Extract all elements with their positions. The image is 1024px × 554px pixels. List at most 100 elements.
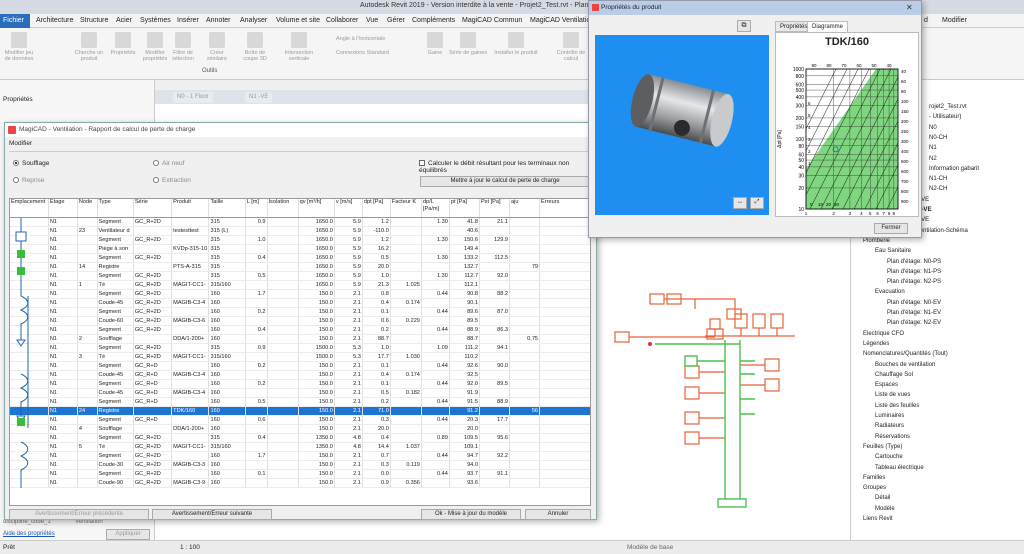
- table-row[interactable]: N1 Segment GC_R+2D 315 1.0 1650.0 5.9 1.2 1.30 15…: [10, 235, 590, 245]
- menu-fichier[interactable]: Fichier: [0, 14, 30, 28]
- next-warning-button[interactable]: Avertissement/Erreur suivante: [152, 509, 272, 520]
- model-selector[interactable]: Modèle de base: [627, 544, 673, 551]
- browser-item[interactable]: Liens Revit: [863, 516, 893, 522]
- table-row[interactable]: N1 Segment GC_R+2D 315 0.9 1650.0 5.9 1.2 1.30 41…: [10, 217, 590, 227]
- column-header[interactable]: L [m]: [245, 199, 268, 218]
- browser-item[interactable]: Détail: [875, 495, 890, 501]
- browser-item[interactable]: Familles: [863, 475, 885, 481]
- browser-item[interactable]: Luminaires: [875, 413, 904, 419]
- menu-systemes[interactable]: Systèmes: [140, 17, 171, 24]
- table-row[interactable]: N1 Piège à son KVDp-315-10 315 1650.0 5.9 16.2…: [10, 244, 590, 254]
- menu-structure[interactable]: Structure: [80, 17, 108, 24]
- tab-view-n0[interactable]: N0 - 1 Floor: [173, 92, 213, 103]
- menu-annoter[interactable]: Annoter: [206, 17, 231, 24]
- menu-inserer[interactable]: Insérer: [177, 17, 199, 24]
- table-row[interactable]: N1 Segment GC_R+2D 315 0.5 1650.0 5.9 1.0 1.30 11…: [10, 271, 590, 281]
- browser-item[interactable]: N1: [929, 145, 937, 151]
- column-header[interactable]: aju: [509, 199, 541, 218]
- table-row[interactable]: N1 Coude-45 GC_R+D MAGIB-C3-4 160 150.0 2.1 0.4…: [10, 370, 590, 380]
- column-header[interactable]: v [m/s]: [334, 199, 363, 218]
- fit-width-icon[interactable]: ↔: [733, 197, 747, 209]
- column-header[interactable]: qv [m³/h]: [298, 199, 335, 218]
- table-row[interactable]: N1 24 Registre TDK/160 160 150.0 2.1 71.0 91.2 56: [10, 406, 590, 416]
- table-row[interactable]: N1 Segment GC_R+2D 315 0.4 1650.0 5.9 0.5 1.30 13…: [10, 253, 590, 263]
- menu-gerer[interactable]: Gérer: [387, 17, 405, 24]
- table-row[interactable]: N1 23 Ventilateur d testesttest 315 (L) 1650.…: [10, 226, 590, 236]
- menu-complements[interactable]: Compléments: [412, 17, 455, 24]
- browser-item[interactable]: N1-CH: [929, 176, 947, 182]
- ribbon-proprietes[interactable]: Propriétés: [106, 32, 140, 56]
- browser-item[interactable]: Nomenclatures/Quantités (Tout): [863, 351, 948, 357]
- ribbon-angle[interactable]: Angle à l'horizontale: [336, 36, 400, 42]
- column-header[interactable]: Série: [133, 199, 173, 218]
- browser-item[interactable]: Eau Sanitaire: [875, 248, 911, 254]
- table-row[interactable]: N1 Segment GC_R+2D 160 0.4 150.0 2.1 0.2 0.44 88.…: [10, 325, 590, 335]
- browser-item[interactable]: Groupes: [863, 485, 886, 491]
- browser-item[interactable]: Plan d'étage: N1-EV: [887, 310, 941, 316]
- table-row[interactable]: N1 Coude-30 GC_R+2D MAGIB-C3-3 160 150.0 2.1 0.…: [10, 460, 590, 470]
- table-row[interactable]: N1 Segment GC_R+2D 315 0.9 1500.0 5.3 1.0 1.09 11…: [10, 343, 590, 353]
- menu-acier[interactable]: Acier: [116, 17, 132, 24]
- browser-item[interactable]: N2: [929, 156, 937, 162]
- ribbon-installer[interactable]: Installer le produit: [492, 32, 540, 56]
- browser-item[interactable]: Réservations: [875, 434, 910, 440]
- column-header[interactable]: Erreurs: [539, 199, 590, 218]
- radio-air-neuf[interactable]: Air neuf: [153, 160, 184, 167]
- expand-icon[interactable]: ⤢: [750, 197, 764, 209]
- menu-vue[interactable]: Vue: [366, 17, 378, 24]
- menu-architecture[interactable]: Architecture: [36, 17, 73, 24]
- table-row[interactable]: N1 Segment GC_R+D 160 0.6 150.0 2.1 0.3 0.44 20.3…: [10, 415, 590, 425]
- column-header[interactable]: Facteur K: [390, 199, 422, 218]
- ribbon-cherche-produit[interactable]: Cherche un produit: [72, 32, 106, 62]
- ribbon-gaine[interactable]: Gaine: [418, 32, 452, 56]
- ok-update-model-button[interactable]: Ok - Mise à jour du modèle: [421, 509, 521, 520]
- browser-item[interactable]: N0: [929, 125, 937, 131]
- ribbon-creer-similaire[interactable]: Créer similaire: [200, 32, 234, 62]
- ribbon-serie-gaines[interactable]: Série de gaines: [448, 32, 488, 56]
- browser-item[interactable]: Feuilles (Type): [863, 444, 902, 450]
- table-row[interactable]: N1 Coude-45 GC_R+2D MAGIB-C3-4 160 150.0 2.1 0.…: [10, 298, 590, 308]
- table-row[interactable]: N1 14 Registre PTS-A-315 315 1650.0 5.9 20.0 132…: [10, 262, 590, 272]
- column-header[interactable]: Isolation: [267, 199, 299, 218]
- product-3d-view[interactable]: ↔ ⤢: [595, 35, 769, 215]
- table-row[interactable]: N1 Coude-45 GC_R+D MAGIB-C3-4 160 150.0 2.1 0.5…: [10, 388, 590, 398]
- ribbon-filtre[interactable]: Filtre de sélection: [166, 32, 200, 62]
- previous-warning-button[interactable]: Avertissement/Erreur précédente: [9, 509, 149, 520]
- table-row[interactable]: N1 Segment GC_R+D 160 0.5 150.0 2.1 0.2 0.44 91.5…: [10, 397, 590, 407]
- browser-item[interactable]: Evacuation: [875, 289, 905, 295]
- browser-item[interactable]: Bouches de ventilation: [875, 362, 935, 368]
- table-row[interactable]: N1 Segment GC_R+2D 315 0.4 1350.0 4.8 0.4 0.89 10…: [10, 433, 590, 443]
- column-header[interactable]: Produit: [171, 199, 210, 218]
- browser-item[interactable]: N0-CH: [929, 135, 947, 141]
- menu-modifier[interactable]: Modifier: [942, 17, 967, 24]
- menu-magicad-ventilation[interactable]: MagiCAD Ventilation: [530, 17, 594, 24]
- ribbon-boite-coupe[interactable]: Boîte de coupe 3D: [238, 32, 272, 62]
- column-header[interactable]: Type: [97, 199, 134, 218]
- ribbon-intersection[interactable]: Intersection verticale: [274, 32, 324, 62]
- browser-item[interactable]: Cartouche: [875, 454, 903, 460]
- tab-diagramme[interactable]: Diagramme: [807, 21, 849, 32]
- fermer-button[interactable]: Fermer: [874, 223, 908, 234]
- table-row[interactable]: N1 Segment GC_R+D 160 0.2 150.0 2.1 0.1 0.44 92.6…: [10, 361, 590, 371]
- column-header[interactable]: pt [Pa]: [449, 199, 480, 218]
- browser-item[interactable]: Liste des feuilles: [875, 403, 919, 409]
- column-header[interactable]: dpt [Pa]: [362, 199, 391, 218]
- browser-item[interactable]: Tableau électrique: [875, 465, 924, 471]
- table-row[interactable]: N1 Coude-60 GC_R+2D MAGIB-C3-6 160 150.0 2.1 0.…: [10, 316, 590, 326]
- close-icon[interactable]: ✕: [906, 3, 913, 12]
- menu-suffix[interactable]: d: [924, 17, 928, 24]
- table-row[interactable]: N1 Segment GC_R+2D 160 1.7 150.0 2.1 0.8 0.44 90.…: [10, 289, 590, 299]
- copy-icon[interactable]: ⧉: [737, 20, 751, 32]
- column-header[interactable]: dp/L [Pa/m]: [421, 199, 450, 218]
- browser-item[interactable]: Plomberie: [863, 238, 890, 244]
- ribbon-modifier-jeu[interactable]: Modifier jeu de données: [2, 32, 36, 62]
- browser-item[interactable]: rojet2_Test.rvt: [929, 104, 967, 110]
- browser-item[interactable]: Radiateurs: [875, 423, 904, 429]
- radio-soufflage[interactable]: Soufflage: [13, 160, 49, 167]
- cancel-button[interactable]: Annuler: [525, 509, 591, 520]
- table-row[interactable]: N1 Segment GC_R+2D 160 0.2 150.0 2.1 0.1 0.44 89.…: [10, 307, 590, 317]
- browser-item[interactable]: Plan d'étage: N2-PS: [887, 279, 941, 285]
- browser-item[interactable]: Plan d'étage: N0-PS: [887, 259, 941, 265]
- table-row[interactable]: N1 1 Té GC_R+2D MAGIT-CC1- 315/160 1650.0 5.9 21…: [10, 280, 590, 290]
- table-row[interactable]: N1 Segment GC_R+2D 160 0.1 150.0 2.1 0.0 0.44 93.…: [10, 469, 590, 479]
